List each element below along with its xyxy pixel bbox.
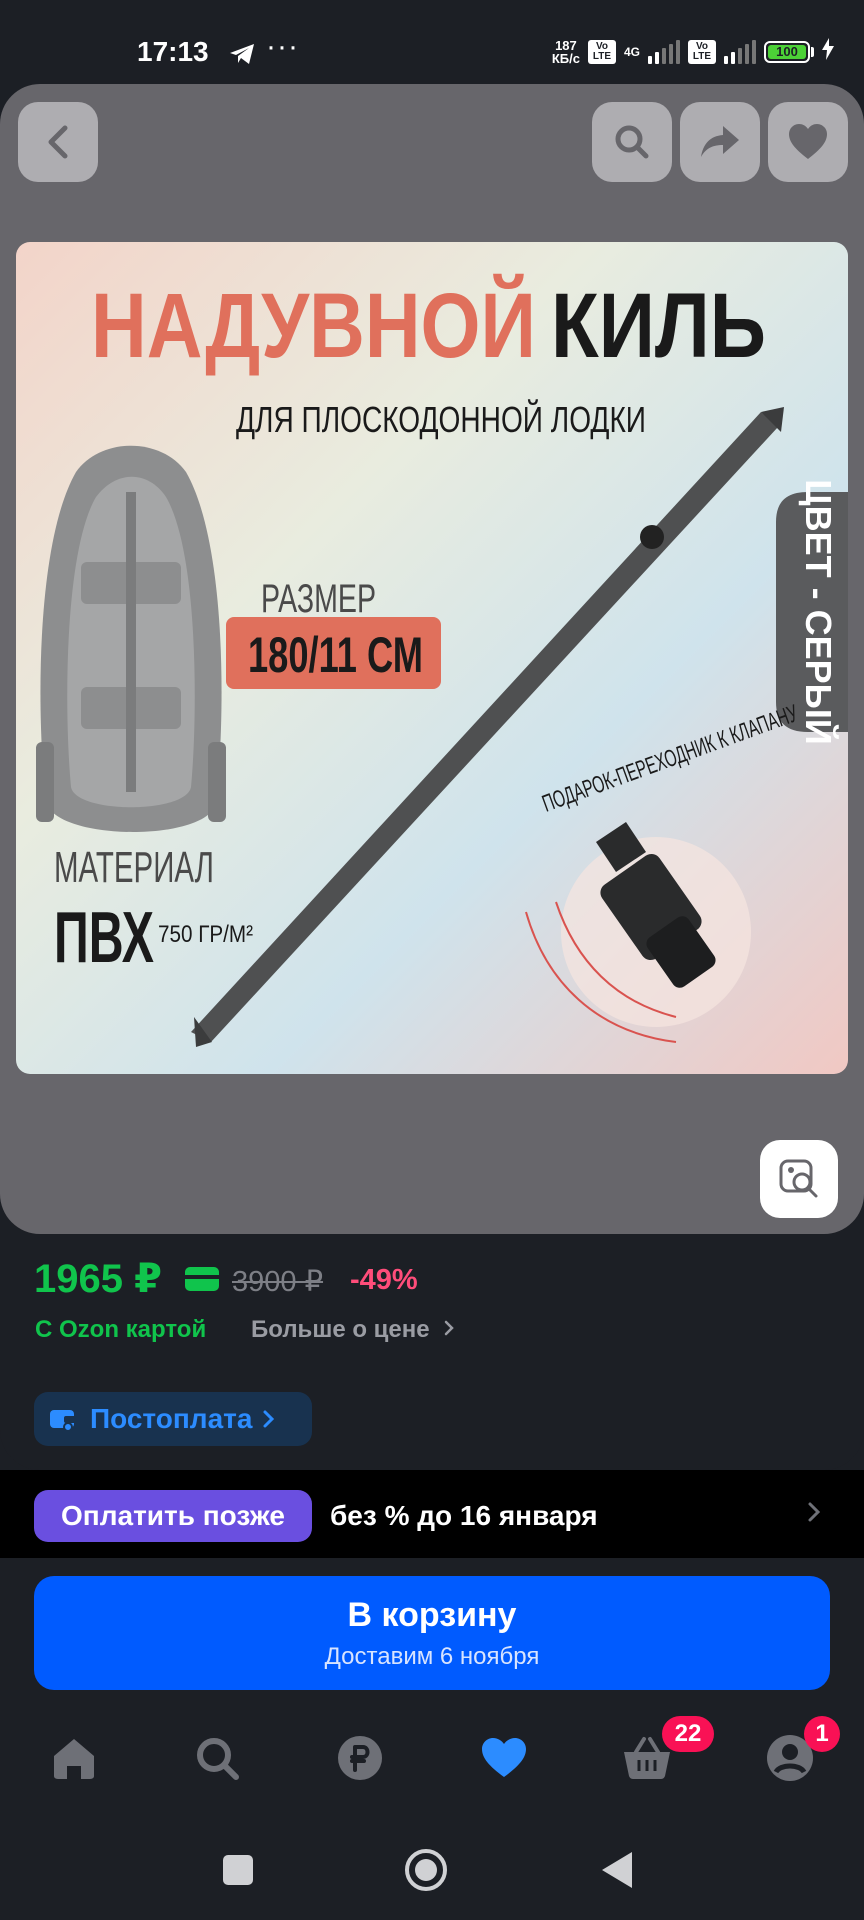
cart-count-badge: 22: [662, 1716, 714, 1752]
ruble-icon: [338, 1736, 382, 1780]
favorite-button[interactable]: [768, 102, 848, 182]
nav-finance[interactable]: [330, 1728, 390, 1788]
home-icon: [54, 1739, 94, 1779]
product-image[interactable]: ЦВЕТ - СЕРЫЙ НАДУВНОЙ КИЛЬ ДЛЯ ПЛОСКОДОН…: [16, 242, 848, 1074]
image-subtitle: ДЛЯ ПЛОСКОДОННОЙ ЛОДКИ: [236, 398, 646, 440]
more-notifications-icon: ···: [266, 30, 299, 63]
color-tab-text: ЦВЕТ - СЕРЫЙ: [798, 479, 840, 744]
cart-area: В корзину Доставим 6 ноября: [0, 1558, 864, 1708]
back-system-button[interactable]: [600, 1850, 634, 1895]
nav-search[interactable]: [187, 1728, 247, 1788]
ozon-card-note: С Ozon картой: [35, 1316, 207, 1343]
delivery-date: Доставим 6 ноября: [324, 1643, 540, 1670]
nav-favorites[interactable]: [474, 1728, 534, 1788]
old-price: 3900 ₽: [232, 1266, 324, 1298]
search-icon: [197, 1738, 239, 1780]
image-search-icon: [779, 1159, 818, 1198]
volte-icon: Vo LTE: [587, 39, 616, 64]
search-button[interactable]: [592, 102, 672, 182]
product-gallery[interactable]: ЦВЕТ - СЕРЫЙ НАДУВНОЙ КИЛЬ ДЛЯ ПЛОСКОДОН…: [0, 84, 864, 1234]
nav-home[interactable]: [44, 1728, 104, 1788]
image-title-2: КИЛЬ: [551, 275, 766, 377]
pay-later-text: без % до 16 января: [330, 1500, 598, 1531]
system-navigation-bar: [0, 1818, 864, 1920]
add-to-cart-button[interactable]: В корзину Доставим 6 ноября: [34, 1576, 830, 1690]
ozon-card-icon: [185, 1267, 219, 1291]
recents-button[interactable]: [222, 1854, 254, 1891]
material-value: ПВХ: [54, 898, 154, 978]
share-button[interactable]: [680, 102, 760, 182]
status-time: 17:13: [137, 36, 209, 67]
postpay-button[interactable]: Постоплата: [34, 1392, 312, 1446]
signal-icon-2: [724, 39, 756, 64]
volte-icon-2: Vo LTE: [688, 39, 716, 64]
size-label: РАЗМЕР: [261, 577, 376, 621]
status-bar: 17:13 ··· 187 КБ/с Vo LTE 4G Vo LTE 100: [0, 0, 864, 84]
add-to-cart-label: В корзину: [347, 1596, 517, 1634]
chevron-right-icon: [263, 1410, 275, 1428]
back-button[interactable]: [18, 102, 98, 182]
image-title-1: НАДУВНОЙ: [91, 273, 536, 377]
square-icon: [223, 1855, 253, 1885]
more-about-price-label: Больше о цене: [251, 1316, 430, 1343]
home-system-button[interactable]: [404, 1848, 448, 1897]
visual-search-button[interactable]: [760, 1140, 838, 1218]
chevron-right-icon: [806, 1500, 822, 1529]
product-illustration: ЦВЕТ - СЕРЫЙ НАДУВНОЙ КИЛЬ ДЛЯ ПЛОСКОДОН…: [16, 242, 848, 1074]
boat-graphic: [36, 445, 226, 832]
more-about-price-link[interactable]: Больше о цене: [251, 1316, 456, 1344]
back-arrow-icon: [48, 125, 68, 159]
triangle-back-icon: [602, 1852, 632, 1888]
battery-level: 100: [768, 44, 806, 59]
pay-later-row[interactable]: Оплатить позже без % до 16 января: [0, 1470, 864, 1558]
share-icon: [701, 126, 739, 157]
pay-later-badge: Оплатить позже: [34, 1490, 312, 1542]
material-density: 750 ГР/М²: [158, 921, 253, 948]
profile-count-badge: 1: [804, 1716, 840, 1752]
circle-icon: [405, 1849, 447, 1891]
search-icon: [615, 125, 649, 159]
heart-icon: [482, 1738, 526, 1777]
charging-icon: [822, 38, 834, 65]
network-type: 4G: [623, 44, 640, 59]
current-price: 1965 ₽: [34, 1257, 162, 1301]
heart-icon: [789, 124, 827, 159]
postpay-label: Постоплата: [90, 1403, 253, 1434]
chevron-right-icon: [445, 1320, 455, 1336]
size-value: 180/11 СМ: [248, 627, 423, 683]
battery-icon: 100: [764, 40, 814, 63]
discount-badge: -49%: [350, 1264, 418, 1296]
speed-value: 187: [555, 37, 577, 53]
speed-unit: КБ/с: [551, 50, 580, 66]
wallet-icon: [50, 1410, 76, 1432]
signal-icon: [648, 39, 680, 64]
network-speed: 187 КБ/с: [552, 39, 580, 65]
telegram-icon: [228, 42, 256, 71]
bottom-navigation: 22 1: [0, 1708, 864, 1818]
price-section: 1965 ₽ 3900 ₽ -49% С Ozon картой Больше …: [0, 1234, 864, 1470]
material-label: МАТЕРИАЛ: [54, 843, 214, 892]
